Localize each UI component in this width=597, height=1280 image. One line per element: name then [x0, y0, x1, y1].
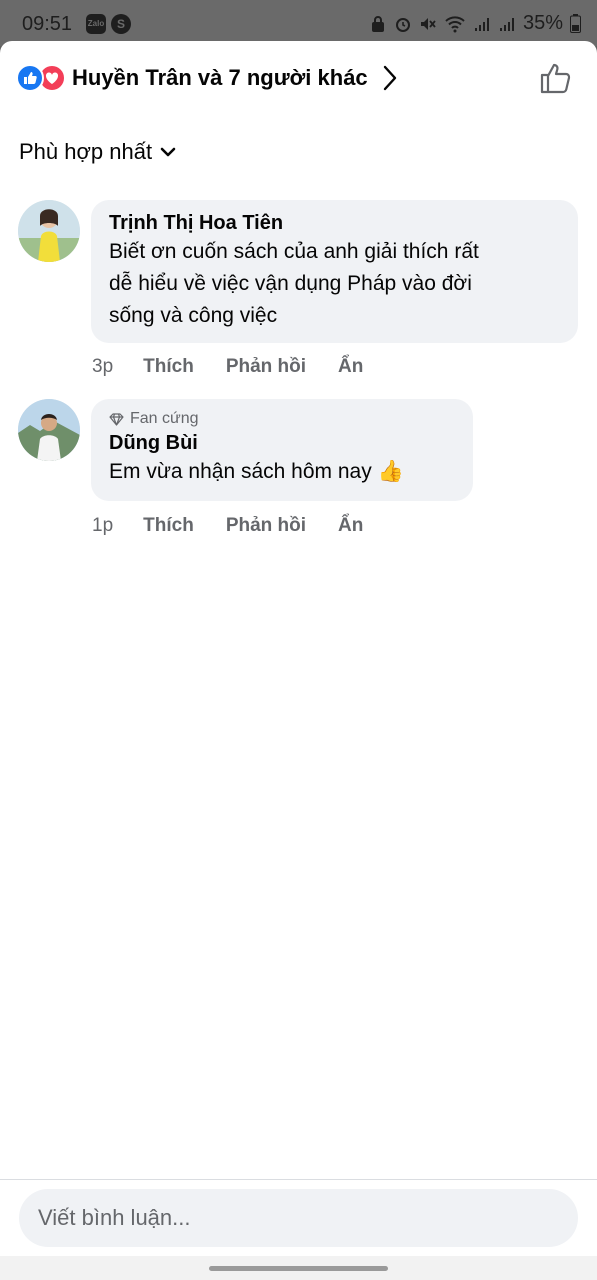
avatar[interactable]: [18, 399, 80, 461]
comment-time: 3p: [92, 356, 114, 377]
comment-text-line: sống và công việc: [109, 304, 278, 327]
home-gesture-handle[interactable]: [209, 1266, 388, 1271]
reactors-label: Huyền Trân và 7 người khác: [72, 65, 368, 90]
sort-dropdown[interactable]: Phù hợp nhất: [19, 139, 176, 165]
signal-icon: [499, 17, 514, 31]
comment-input[interactable]: Viết bình luận...: [19, 1189, 578, 1247]
reactions-summary[interactable]: Huyền Trân và 7 người khác: [16, 63, 398, 93]
battery-icon: [570, 14, 581, 33]
like-reaction-icon: [16, 64, 44, 92]
comment-bubble[interactable]: Trịnh Thị Hoa Tiên Biết ơn cuốn sách của…: [91, 200, 578, 343]
signal-icon: [474, 17, 489, 31]
sort-label: Phù hợp nhất: [19, 139, 153, 164]
zalo-icon: Zalo: [86, 14, 106, 34]
comment-item: Trịnh Thị Hoa Tiên Biết ơn cuốn sách của…: [18, 200, 578, 380]
status-bar: 09:51 Zalo S 35%: [0, 0, 597, 46]
avatar[interactable]: [18, 200, 80, 262]
fan-badge-label: Fan cứng: [130, 410, 199, 427]
diamond-icon: [109, 412, 124, 426]
reply-link[interactable]: Phản hồi: [226, 515, 306, 537]
comment-text-line: Biết ơn cuốn sách của anh giải thích rất: [109, 240, 479, 263]
like-link[interactable]: Thích: [143, 515, 194, 537]
navigation-bar: [0, 1256, 597, 1280]
s-app-icon: S: [111, 14, 131, 34]
comments-sheet: Huyền Trân và 7 người khác Phù hợp nhất …: [0, 41, 597, 1256]
comment-actions: 1p Thích Phản hồi Ẩn: [92, 515, 395, 537]
mute-icon: [420, 17, 436, 30]
comment-bubble[interactable]: Fan cứng Dũng Bùi Em vừa nhận sách hôm n…: [91, 399, 473, 501]
comment-actions: 3p Thích Phản hồi Ẩn: [92, 356, 395, 378]
chevron-down-icon: [160, 147, 176, 157]
comment-item: Fan cứng Dũng Bùi Em vừa nhận sách hôm n…: [18, 399, 578, 509]
hide-link[interactable]: Ẩn: [338, 356, 363, 378]
fan-badge: Fan cứng: [109, 408, 455, 430]
battery-percent: 35%: [522, 12, 563, 34]
like-button-icon[interactable]: [539, 61, 573, 95]
comment-text: Em vừa nhận sách hôm nay 👍: [109, 460, 404, 483]
reply-link[interactable]: Phản hồi: [226, 356, 306, 378]
status-right: 35%: [369, 12, 581, 35]
chevron-right-icon: [383, 65, 396, 91]
comment-author[interactable]: Trịnh Thị Hoa Tiên: [109, 210, 560, 236]
alarm-icon: [395, 17, 410, 32]
like-link[interactable]: Thích: [143, 356, 194, 378]
comment-text-line: dễ hiểu về việc vận dụng Pháp vào đời: [109, 272, 472, 295]
hide-link[interactable]: Ẩn: [338, 515, 363, 537]
lock-icon: [371, 15, 384, 32]
status-time: 09:51: [22, 13, 73, 35]
comment-time: 1p: [92, 515, 114, 536]
wifi-icon: [445, 15, 465, 32]
status-app-icons: Zalo S: [86, 14, 131, 34]
comment-author[interactable]: Dũng Bùi: [109, 430, 455, 456]
composer-divider: [0, 1179, 597, 1180]
